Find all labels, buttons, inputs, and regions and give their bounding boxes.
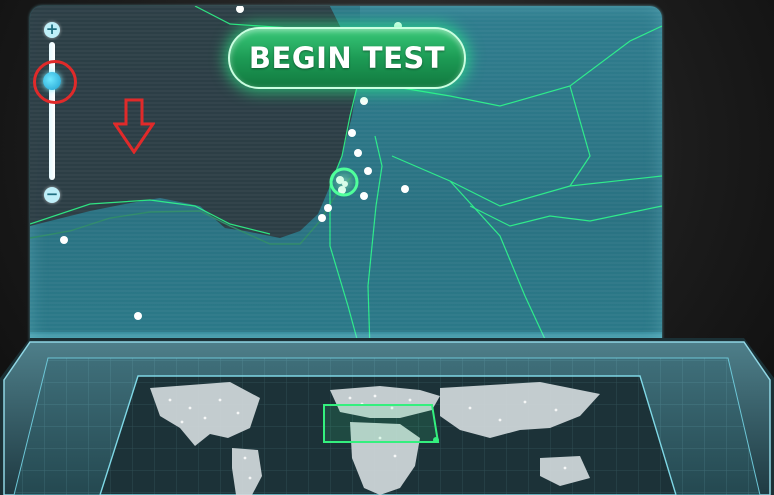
world-map-base xyxy=(0,338,774,495)
speedtest-stage: BEGIN TEST + − xyxy=(0,0,774,495)
down-arrow-icon xyxy=(113,98,155,154)
minus-icon: − xyxy=(45,185,59,203)
highlight-circle xyxy=(33,60,77,104)
zoom-in-button[interactable]: + xyxy=(44,22,60,38)
begin-test-button[interactable]: BEGIN TEST xyxy=(228,27,466,89)
zoom-region-box xyxy=(323,404,440,443)
zoom-out-button[interactable]: − xyxy=(44,187,60,203)
plus-icon: + xyxy=(45,20,59,38)
